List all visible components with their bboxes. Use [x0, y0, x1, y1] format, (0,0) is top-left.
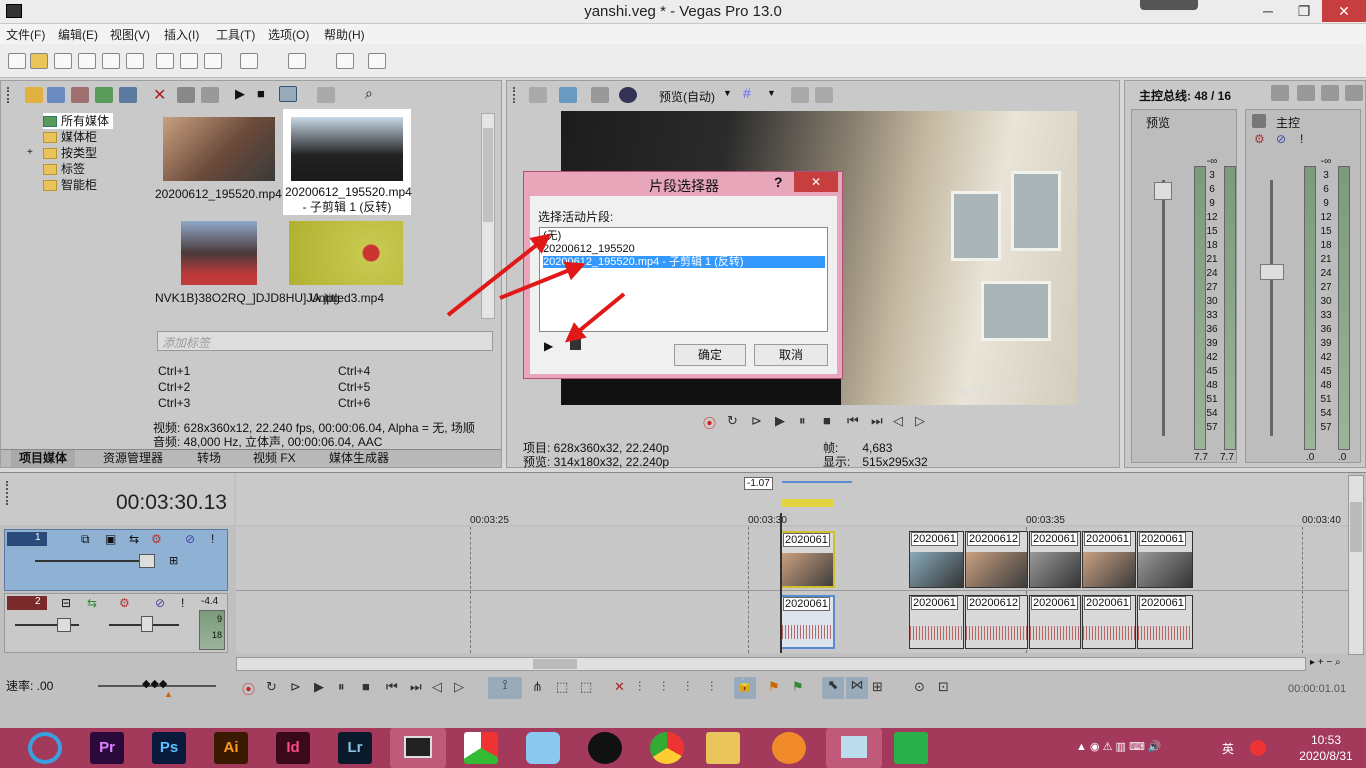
app-icon[interactable] [464, 732, 498, 764]
start-button[interactable] [28, 732, 62, 764]
vegas-icon [404, 736, 432, 758]
lightroom-app[interactable]: Lr [338, 732, 372, 764]
arrow-icon [564, 292, 626, 343]
notes-icon [841, 736, 867, 758]
qq-icon[interactable] [588, 732, 622, 764]
indesign-app[interactable]: Id [276, 732, 310, 764]
notes-app[interactable] [826, 728, 882, 768]
arrow-icon [446, 233, 552, 317]
tray-icons[interactable]: ▲ ◉ ⚠ ▥ ⌨ 🔊 [1076, 740, 1162, 753]
vegas-taskbar-app[interactable] [390, 728, 446, 768]
clock-date[interactable]: 2020/8/31 [1292, 749, 1360, 763]
chat-app-icon[interactable] [526, 732, 560, 764]
browser-icon[interactable] [772, 732, 806, 764]
windows-taskbar: Pr Ps Ai Id Lr ▲ ◉ ⚠ ▥ ⌨ 🔊 英 10:53 2020/… [0, 728, 1366, 768]
arrow-icon [499, 261, 586, 300]
illustrator-app[interactable]: Ai [214, 732, 248, 764]
premiere-app[interactable]: Pr [90, 732, 124, 764]
chrome-icon[interactable] [650, 732, 684, 764]
sogou-icon[interactable] [1250, 740, 1266, 756]
ime-indicator[interactable]: 英 [1222, 740, 1234, 757]
annotation-arrows [446, 233, 626, 343]
green-app-icon[interactable] [894, 732, 928, 764]
photoshop-app[interactable]: Ps [152, 732, 186, 764]
file-explorer-icon[interactable] [706, 732, 740, 764]
clock-time[interactable]: 10:53 [1296, 733, 1356, 747]
